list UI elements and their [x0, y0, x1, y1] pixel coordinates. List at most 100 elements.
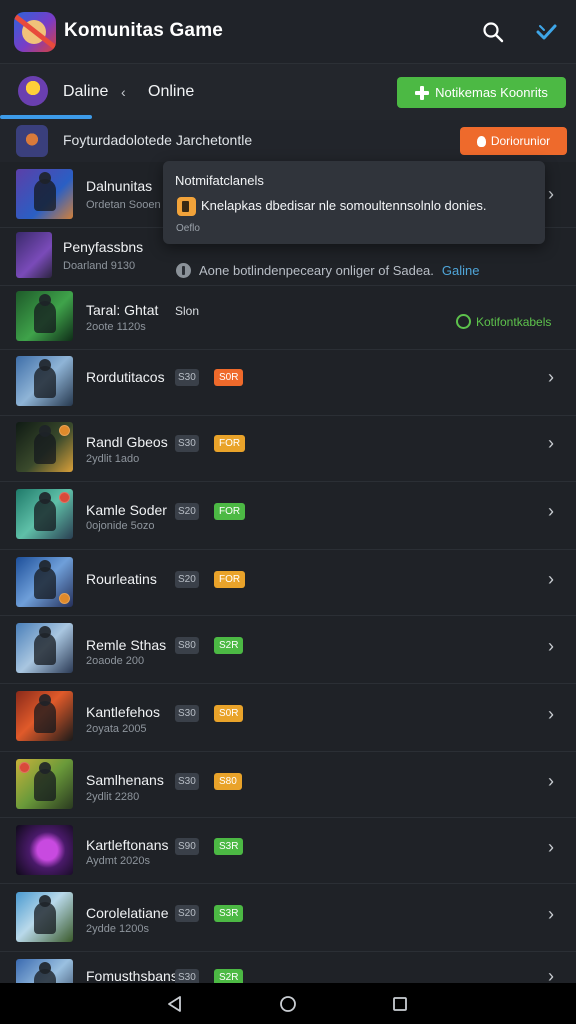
game-badge: S2R — [214, 969, 244, 983]
info-link[interactable]: Galine — [442, 263, 480, 278]
game-thumbnail — [16, 356, 73, 406]
notification-popup[interactable]: Notmifatclanels Knelapkas dbedisar nle s… — [163, 161, 545, 244]
game-badge: S0R — [214, 369, 244, 386]
game-thumbnail — [16, 291, 73, 341]
chevron-right-icon[interactable]: › — [548, 184, 554, 205]
notification-footer: Oeflo — [176, 223, 200, 234]
check-icon — [536, 24, 557, 40]
game-thumbnail — [16, 125, 48, 157]
game-subtitle: 2oaode 200 — [86, 655, 145, 667]
info-message: Aone botlindenpeceary onliger of Sadea. … — [176, 263, 479, 278]
check-circle-icon — [456, 314, 471, 329]
flame-icon — [476, 135, 486, 147]
game-thumbnail — [16, 489, 73, 539]
game-badge: FOR — [214, 571, 246, 588]
home-icon[interactable] — [277, 993, 299, 1015]
chevron-right-icon[interactable]: › — [548, 433, 554, 454]
game-name: Fomusthsbans — [86, 968, 178, 983]
game-name: Dalnunitas — [86, 178, 153, 194]
game-name: Kartleftonans — [86, 837, 169, 853]
game-badge: S80 — [214, 773, 242, 790]
search-button[interactable] — [477, 16, 509, 48]
game-name: Rourleatins — [86, 571, 157, 587]
chevron-left-icon[interactable]: ‹ — [121, 84, 126, 100]
plus-icon — [415, 85, 430, 100]
game-name: Kamle Soder — [86, 502, 167, 518]
search-icon — [483, 22, 504, 43]
game-thumbnail — [16, 691, 73, 741]
info-text: Aone botlindenpeceary onliger of Sadea. — [199, 263, 434, 278]
list-item[interactable]: Samlhenans 2ydlit 2280 S30 S80 › — [0, 752, 576, 818]
report-button[interactable]: Doriorunior — [460, 127, 567, 155]
game-name: Taral: Ghtat — [86, 302, 159, 318]
game-name: Samlhenans — [86, 772, 164, 788]
tab-daline[interactable]: Daline — [63, 83, 108, 101]
game-badge: FOR — [214, 435, 246, 452]
game-tag: S30 — [175, 705, 199, 722]
game-name: Randl Gbeos — [86, 434, 168, 450]
back-icon[interactable] — [164, 993, 186, 1015]
chevron-right-icon[interactable]: › — [548, 771, 554, 792]
chevron-right-icon[interactable]: › — [548, 569, 554, 590]
highlighted-row[interactable]: Foyturdadolotede Jarchetontle Doriorunio… — [0, 120, 576, 162]
list-item[interactable]: Remle Sthas 2oaode 200 S80 S2R › — [0, 616, 576, 684]
active-tab-indicator — [0, 115, 92, 119]
list-item[interactable]: Kamle Soder 0ojonide 5ozo S20 FOR › — [0, 482, 576, 550]
chevron-right-icon[interactable]: › — [548, 636, 554, 657]
chevron-right-icon[interactable]: › — [548, 966, 554, 983]
list-item[interactable]: Kartleftonans Aydmt 2020s S90 S3R › — [0, 818, 576, 884]
notification-body: Knelapkas dbedisar nle somoultennsolnlo … — [201, 198, 487, 213]
list-item[interactable]: Rourleatins S20 FOR › — [0, 550, 576, 616]
list-item[interactable]: Rordutitacos S30 S0R › — [0, 350, 576, 416]
notification-icon — [177, 197, 196, 216]
game-thumbnail — [16, 759, 73, 809]
game-tag: S30 — [175, 969, 199, 983]
game-name: Corolelatiane — [86, 905, 169, 921]
game-thumbnail — [16, 959, 73, 983]
game-badge: S2R — [214, 637, 244, 654]
game-tag: S20 — [175, 503, 199, 520]
game-subtitle: 2oote 1120s — [86, 321, 146, 333]
chevron-right-icon[interactable]: › — [548, 837, 554, 858]
chevron-right-icon[interactable]: › — [548, 367, 554, 388]
app-logo-icon[interactable] — [14, 12, 56, 52]
game-tag: Slon — [175, 304, 200, 318]
app-bar: Komunitas Game — [0, 0, 576, 64]
game-name: Penyfassbns — [63, 239, 144, 255]
game-subtitle: Doarland 9130 — [63, 260, 136, 272]
game-subtitle: 2oyata 2005 — [86, 723, 147, 735]
chevron-right-icon[interactable]: › — [548, 904, 554, 925]
game-name: Kantlefehos — [86, 704, 160, 720]
game-tag: S80 — [175, 637, 199, 654]
game-tag: S90 — [175, 838, 199, 855]
user-avatar[interactable] — [18, 76, 48, 106]
game-tag: S30 — [175, 773, 199, 790]
chevron-right-icon[interactable]: › — [548, 704, 554, 725]
recents-icon[interactable] — [389, 993, 411, 1015]
game-tag: S30 — [175, 435, 199, 452]
game-subtitle: 2ydde 1200s — [86, 923, 149, 935]
list-item[interactable]: Corolelatiane 2ydde 1200s S20 S3R › — [0, 884, 576, 952]
create-community-button[interactable]: Notikemas Koonrits — [397, 77, 566, 108]
confirm-button[interactable] — [530, 16, 562, 48]
game-badge: S3R — [214, 905, 244, 922]
game-subtitle: Aydmt 2020s — [86, 855, 151, 867]
game-tag: S30 — [175, 369, 199, 386]
status-label: Kotifontkabels — [476, 314, 552, 329]
game-badge: S3R — [214, 838, 244, 855]
game-thumbnail — [16, 232, 52, 278]
game-tag: S20 — [175, 905, 199, 922]
game-subtitle: Ordetan Sooen — [86, 199, 161, 211]
game-thumbnail — [16, 825, 73, 875]
list-item[interactable]: Fomusthsbans S30 S2R › — [0, 952, 576, 983]
game-name: Remle Sthas — [86, 637, 167, 653]
game-badge: FOR — [214, 503, 246, 520]
list-item[interactable]: Randl Gbeos 2ydlit 1ado S30 FOR › — [0, 416, 576, 482]
game-subtitle: 2ydlit 1ado — [86, 453, 140, 465]
tab-online[interactable]: Online — [148, 83, 194, 101]
chevron-right-icon[interactable]: › — [548, 501, 554, 522]
game-thumbnail — [16, 422, 73, 472]
list-item[interactable]: Kantlefehos 2oyata 2005 S30 S0R › — [0, 684, 576, 752]
app-title: Komunitas Game — [64, 20, 224, 41]
game-thumbnail — [16, 892, 73, 942]
